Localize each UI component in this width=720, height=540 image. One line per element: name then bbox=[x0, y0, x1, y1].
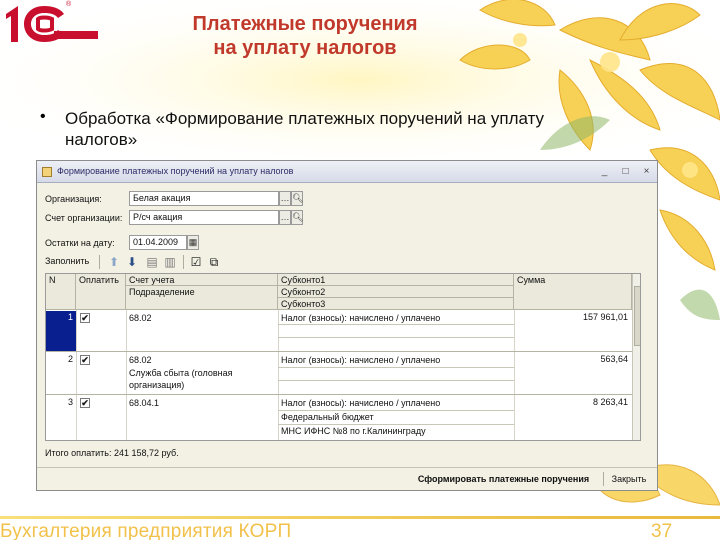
bullet-text: Обработка «Формирование платежных поруче… bbox=[65, 109, 545, 149]
footer-divider bbox=[0, 516, 720, 519]
account-select-button[interactable]: … bbox=[279, 210, 291, 225]
grid-line bbox=[278, 410, 514, 411]
row-number: 2 bbox=[67, 354, 73, 364]
balance-date-label: Остатки на дату: bbox=[45, 238, 115, 248]
organization-select-button[interactable]: … bbox=[279, 191, 291, 206]
pay-checkbox[interactable]: ✔ bbox=[80, 313, 90, 323]
column-header-subconto2[interactable]: Субконто2 bbox=[278, 286, 514, 298]
1c-logo bbox=[6, 6, 98, 42]
column-header-subconto1[interactable]: Субконто1 bbox=[278, 274, 514, 286]
grid-line bbox=[278, 367, 514, 368]
account-search-icon[interactable]: 🔍︎ bbox=[291, 210, 303, 225]
window-title: Формирование платежных поручений на упла… bbox=[57, 166, 294, 176]
account-cell[interactable]: 68.04.1 bbox=[126, 397, 159, 409]
division-cell[interactable]: Служба сбыта (головная организация) bbox=[126, 367, 274, 391]
row-number: 3 bbox=[67, 397, 73, 407]
row-divider bbox=[46, 351, 632, 352]
grid-line bbox=[278, 324, 514, 325]
generate-payment-orders-button[interactable]: Сформировать платежные поручения bbox=[407, 471, 600, 487]
pay-checkbox[interactable]: ✔ bbox=[80, 398, 90, 408]
row-number: 1 bbox=[67, 312, 73, 322]
account-cell[interactable]: 68.02 bbox=[126, 354, 152, 366]
account-field[interactable]: Р/сч акация bbox=[129, 210, 279, 225]
sort-desc-icon[interactable]: ▥ bbox=[163, 255, 177, 269]
scrollbar-thumb[interactable] bbox=[634, 286, 640, 346]
button-separator bbox=[603, 472, 604, 486]
subconto2-cell[interactable]: Федеральный бюджет bbox=[278, 411, 374, 423]
slide-title-line2: на уплату налогов bbox=[213, 37, 397, 59]
sum-cell[interactable]: 563,64 bbox=[516, 354, 628, 364]
grid-line bbox=[514, 310, 515, 440]
bullet-icon: • bbox=[40, 108, 46, 125]
maximize-icon[interactable]: □ bbox=[620, 166, 631, 177]
column-header-subconto3[interactable]: Субконто3 bbox=[278, 298, 514, 310]
row-divider bbox=[46, 394, 632, 395]
move-down-icon[interactable]: ⬇ bbox=[125, 255, 139, 269]
sum-cell[interactable]: 157 961,01 bbox=[516, 312, 628, 322]
grid-line bbox=[278, 337, 514, 338]
close-icon[interactable]: × bbox=[641, 166, 652, 177]
footer-text: Бухгалтерия предприятия КОРП bbox=[0, 521, 292, 540]
organization-field[interactable]: Белая акация bbox=[129, 191, 279, 206]
grid-line bbox=[278, 424, 514, 425]
sum-cell[interactable]: 8 263,41 bbox=[516, 397, 628, 407]
column-header-sum[interactable]: Сумма bbox=[514, 274, 632, 310]
grid-line bbox=[76, 310, 77, 440]
form-window: Формирование платежных поручений на упла… bbox=[36, 160, 658, 491]
form-icon bbox=[42, 167, 52, 177]
grid-line bbox=[278, 380, 514, 381]
sort-asc-icon[interactable]: ▤ bbox=[145, 255, 159, 269]
page-number: 37 bbox=[651, 521, 673, 540]
column-header-n[interactable]: N bbox=[46, 274, 76, 310]
check-all-icon[interactable]: ☑ bbox=[189, 255, 203, 269]
toolbar-separator bbox=[183, 255, 184, 269]
fill-button[interactable]: Заполнить bbox=[45, 256, 89, 266]
balance-date-field[interactable]: 01.04.2009 bbox=[129, 235, 187, 250]
organization-label: Организация: bbox=[45, 194, 102, 204]
slide-title: Платежные поручения на уплату налогов bbox=[130, 12, 480, 60]
column-header-account[interactable]: Счет учета bbox=[126, 274, 278, 286]
account-cell[interactable]: 68.02 bbox=[126, 312, 152, 324]
calendar-icon[interactable]: ▦ bbox=[187, 235, 199, 250]
column-header-pay[interactable]: Оплатить bbox=[76, 274, 126, 310]
slide-title-line1: Платежные поручения bbox=[192, 13, 418, 35]
organization-search-icon[interactable]: 🔍︎ bbox=[291, 191, 303, 206]
subconto1-cell[interactable]: Налог (взносы): начислено / уплачено bbox=[278, 397, 440, 409]
subconto1-cell[interactable]: Налог (взносы): начислено / уплачено bbox=[278, 354, 440, 366]
minimize-icon[interactable]: _ bbox=[599, 166, 610, 177]
total-to-pay: Итого оплатить: 241 158,72 руб. bbox=[45, 448, 179, 458]
vertical-scrollbar[interactable] bbox=[632, 274, 640, 440]
move-up-icon[interactable]: ⬆ bbox=[107, 255, 121, 269]
toolbar-separator bbox=[99, 255, 100, 269]
account-label: Счет организации: bbox=[45, 213, 123, 223]
uncheck-all-icon[interactable]: ⧉ bbox=[207, 255, 221, 269]
column-header-division[interactable]: Подразделение bbox=[126, 286, 278, 310]
window-titlebar[interactable]: Формирование платежных поручений на упла… bbox=[37, 161, 657, 183]
pay-checkbox[interactable]: ✔ bbox=[80, 355, 90, 365]
payments-table: N Оплатить Счет учета Подразделение Субк… bbox=[45, 273, 641, 441]
close-button[interactable]: Закрыть bbox=[607, 471, 651, 487]
registered-mark: ® bbox=[66, 1, 72, 8]
subconto3-cell[interactable]: МНС ИФНС №8 по г.Калининграду bbox=[278, 425, 426, 437]
bottom-divider bbox=[37, 467, 657, 468]
subconto1-cell[interactable]: Налог (взносы): начислено / уплачено bbox=[278, 312, 440, 324]
